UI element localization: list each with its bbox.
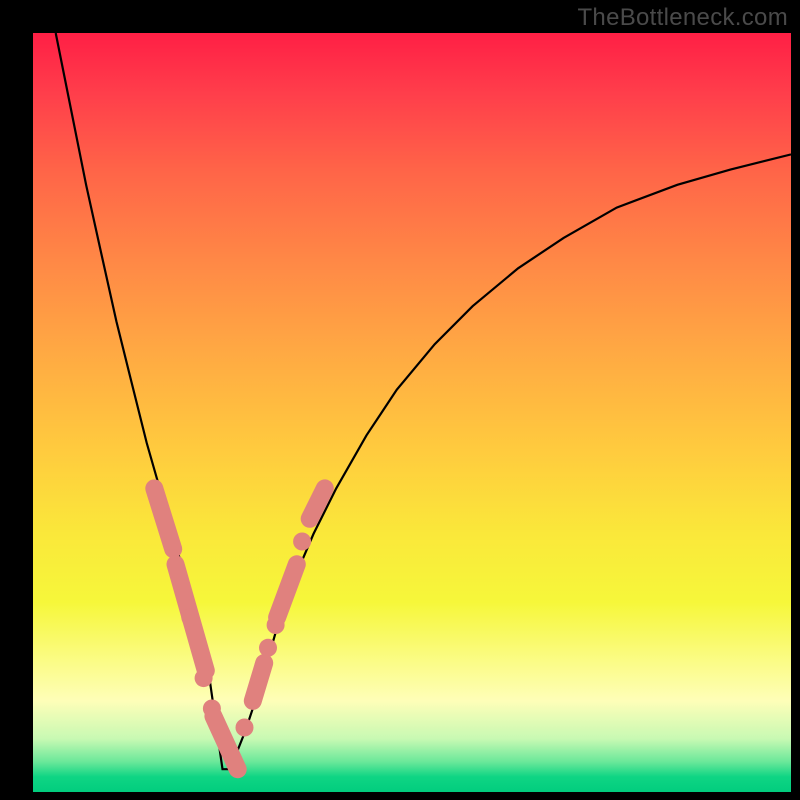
marker-layer <box>154 488 324 769</box>
marker-dot <box>236 719 254 737</box>
marker-capsule <box>277 564 297 617</box>
marker-dot <box>293 533 311 551</box>
chart-frame: TheBottleneck.com <box>0 0 800 800</box>
marker-capsule <box>213 716 237 769</box>
marker-dot <box>181 608 199 626</box>
marker-capsule <box>253 663 264 701</box>
chart-svg <box>33 33 791 792</box>
marker-dot <box>195 669 213 687</box>
plot-area <box>33 33 791 792</box>
marker-capsule <box>154 488 173 549</box>
watermark-text: TheBottleneck.com <box>577 4 788 32</box>
bottleneck-curve <box>56 33 791 769</box>
marker-dot <box>259 639 277 657</box>
